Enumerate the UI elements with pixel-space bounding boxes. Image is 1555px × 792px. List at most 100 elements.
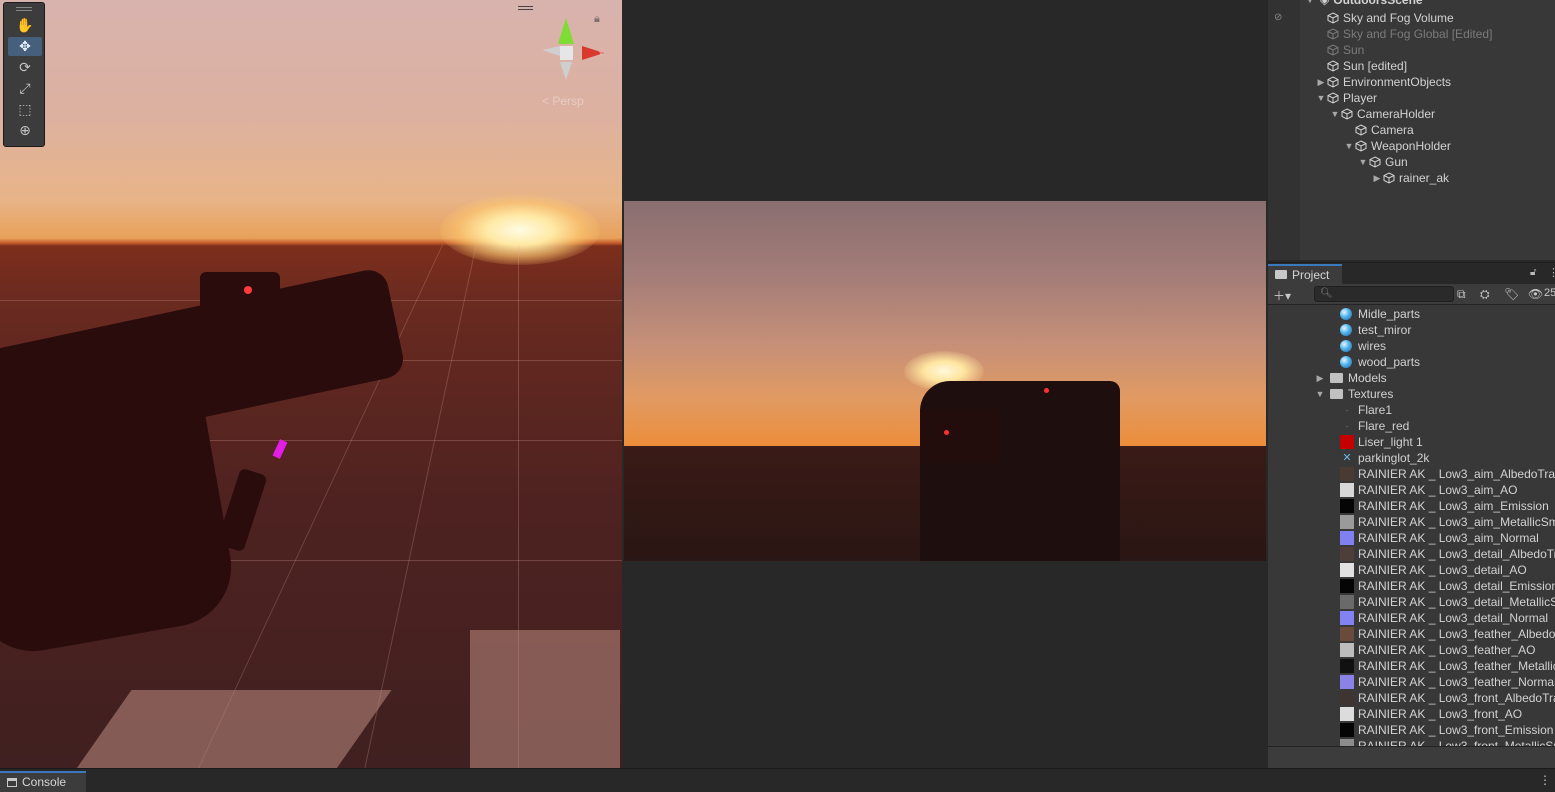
search-input[interactable]: 🔍︎ — [1314, 286, 1454, 302]
project-asset-item[interactable]: RAINIER AK _ Low3_front_AlbedoTransparen… — [1340, 690, 1555, 706]
project-item-label: RAINIER AK _ Low3_detail_Emission — [1358, 579, 1555, 593]
filter-by-label-icon[interactable]: 🏷︎ — [1504, 287, 1519, 301]
search-by-type-icon[interactable]: ⧉ — [1457, 287, 1466, 302]
project-asset-item[interactable]: RAINIER AK _ Low3_detail_AlbedoTranspare… — [1340, 546, 1555, 562]
fold-down-icon[interactable]: ▼ — [1315, 90, 1327, 106]
gameobject-cube-icon — [1355, 140, 1367, 152]
hierarchy-item[interactable]: Sky and Fog Global [Edited] — [1315, 26, 1492, 42]
project-item-label: RAINIER AK _ Low3_detail_MetallicSmoothn… — [1358, 595, 1555, 609]
project-asset-item[interactable]: RAINIER AK _ Low3_aim_Normal — [1340, 530, 1539, 546]
project-tabbar: Project 🔓︎ ⋮ — [1268, 263, 1555, 284]
tab-console[interactable]: Console — [0, 771, 86, 792]
project-asset-item[interactable]: RAINIER AK _ Low3_detail_Normal — [1340, 610, 1548, 626]
project-folder-item[interactable]: ▶ Models — [1314, 370, 1387, 386]
hierarchy-item[interactable]: ▼ Player — [1315, 90, 1377, 106]
texture-thumbnail-icon — [1340, 595, 1354, 609]
tab-project[interactable]: Project — [1268, 264, 1342, 284]
project-asset-item[interactable]: ✕ parkinglot_2k — [1340, 450, 1429, 466]
project-item-label: Textures — [1348, 387, 1394, 401]
fold-down-icon[interactable]: ▼ — [1314, 386, 1326, 402]
toolbar-grip[interactable] — [16, 7, 32, 11]
game-view[interactable] — [624, 0, 1266, 768]
project-asset-item[interactable]: RAINIER AK _ Low3_aim_AO — [1340, 482, 1517, 498]
hidden-count: 25 — [1544, 287, 1555, 299]
hand-tool[interactable]: ✋ — [8, 16, 42, 35]
project-asset-list[interactable]: Midle_parts test_miror wires wood_parts ▶ Mod… — [1268, 306, 1555, 746]
project-asset-item[interactable]: Liser_light 1 — [1340, 434, 1423, 450]
rotate-tool[interactable]: ⟳ — [8, 58, 42, 77]
scene-header[interactable]: ▼ ◈ OutdoorsScene* — [1304, 0, 1428, 8]
folder-icon — [1330, 373, 1343, 383]
fold-down-icon[interactable]: ▼ — [1304, 0, 1316, 8]
project-asset-item[interactable]: RAINIER AK _ Low3_feather_AlbedoTranspar… — [1340, 626, 1555, 642]
fold-right-icon[interactable]: ▶ — [1315, 74, 1327, 90]
gameobject-cube-icon — [1383, 172, 1395, 184]
project-asset-item[interactable]: RAINIER AK _ Low3_detail_MetallicSmoothn… — [1340, 594, 1555, 610]
fold-down-icon[interactable]: ▼ — [1357, 154, 1369, 170]
scene-menu-icon[interactable] — [518, 6, 533, 10]
hidden-packages-icon[interactable]: 👁︎ — [1528, 287, 1543, 301]
y-axis-cone[interactable] — [558, 18, 574, 44]
visibility-gutter[interactable]: ⊘ — [1268, 0, 1300, 260]
hierarchy-item[interactable]: Sun [edited] — [1315, 58, 1407, 74]
project-asset-item[interactable]: test_miror — [1340, 322, 1411, 338]
filter-by-type-icon[interactable]: ⛭ — [1480, 287, 1490, 302]
tab-console-label: Console — [22, 775, 67, 789]
hierarchy-item[interactable]: ▶ EnvironmentObjects — [1315, 74, 1452, 90]
orientation-gizmo[interactable]: x — [540, 14, 608, 84]
kebab-menu-icon[interactable]: ⋮ — [1539, 773, 1551, 787]
scene-view[interactable]: ✋ ✥ ⟳ ⤢ ⬚ ⊕ 🔒︎ x < Persp — [0, 0, 622, 768]
project-asset-item[interactable]: RAINIER AK _ Low3_feather_AO — [1340, 642, 1535, 658]
project-asset-item[interactable]: RAINIER AK _ Low3_detail_AO — [1340, 562, 1527, 578]
hidden-eye-icon[interactable]: ⊘ — [1274, 12, 1282, 23]
scene-tools-toolbar: ✋ ✥ ⟳ ⤢ ⬚ ⊕ — [3, 2, 45, 147]
rect-tool[interactable]: ⬚ — [8, 100, 42, 119]
material-sphere-icon — [1340, 340, 1352, 352]
hierarchy-item[interactable]: Sun — [1315, 42, 1364, 58]
add-asset-button[interactable]: ＋▾ — [1273, 287, 1291, 304]
transform-tool[interactable]: ⊕ — [8, 121, 42, 140]
project-item-label: RAINIER AK _ Low3_detail_Normal — [1358, 611, 1549, 625]
project-asset-item[interactable]: RAINIER AK _ Low3_aim_AlbedoTransparency — [1340, 466, 1555, 482]
texture-thumbnail-icon — [1340, 435, 1354, 449]
project-asset-item[interactable]: RAINIER AK _ Low3_detail_Emission — [1340, 578, 1555, 594]
hierarchy-item[interactable]: ▼ Gun — [1357, 154, 1408, 170]
project-asset-item[interactable]: · Flare1 — [1340, 402, 1393, 418]
hierarchy-item-label: CameraHolder — [1357, 107, 1436, 121]
center-cube[interactable] — [560, 46, 573, 60]
hierarchy-item[interactable]: ▶ rainer_ak — [1371, 170, 1450, 186]
fold-down-icon[interactable]: ▼ — [1329, 106, 1341, 122]
project-asset-item[interactable]: RAINIER AK _ Low3_front_AO — [1340, 706, 1522, 722]
hierarchy-item[interactable]: Sky and Fog Volume — [1315, 10, 1454, 26]
fold-right-icon[interactable]: ▶ — [1371, 170, 1383, 186]
project-item-label: RAINIER AK _ Low3_front_AO — [1358, 707, 1523, 721]
gameobject-cube-icon — [1355, 124, 1367, 136]
fold-right-icon[interactable]: ▶ — [1314, 370, 1326, 386]
project-asset-item[interactable]: wood_parts — [1340, 354, 1420, 370]
fold-down-icon[interactable]: ▼ — [1343, 138, 1355, 154]
project-asset-item[interactable]: RAINIER AK _ Low3_feather_Normal — [1340, 674, 1555, 690]
hierarchy-item[interactable]: Camera — [1343, 122, 1414, 138]
project-asset-item[interactable]: RAINIER AK _ Low3_front_MetallicSmoothne… — [1340, 738, 1555, 746]
texture-thumbnail-icon — [1340, 547, 1354, 561]
project-folder-item[interactable]: ▼ Textures — [1314, 386, 1394, 402]
texture-thumbnail-icon — [1340, 499, 1354, 513]
scale-tool[interactable]: ⤢ — [8, 79, 42, 98]
kebab-menu-icon[interactable]: ⋮ — [1548, 266, 1555, 279]
lock-icon[interactable]: 🔓︎ — [1530, 267, 1536, 278]
neg-x-axis-cone[interactable] — [542, 46, 560, 56]
sight-dot — [1044, 388, 1049, 393]
hierarchy-item[interactable]: ▼ WeaponHolder — [1343, 138, 1451, 154]
project-asset-item[interactable]: RAINIER AK _ Low3_feather_MetallicSmooth… — [1340, 658, 1555, 674]
neg-y-axis-cone[interactable] — [560, 62, 572, 80]
project-asset-item[interactable]: RAINIER AK _ Low3_aim_Emission — [1340, 498, 1549, 514]
hierarchy-item[interactable]: ▼ CameraHolder — [1329, 106, 1436, 122]
project-asset-item[interactable]: · Flare_red — [1340, 418, 1410, 434]
project-asset-item[interactable]: Midle_parts — [1340, 306, 1420, 322]
project-asset-item[interactable]: RAINIER AK _ Low3_aim_MetallicSmoothness — [1340, 514, 1555, 530]
project-asset-item[interactable]: wires — [1340, 338, 1386, 354]
projection-label[interactable]: < Persp — [542, 94, 584, 108]
move-tool[interactable]: ✥ — [8, 37, 42, 56]
project-item-label: RAINIER AK _ Low3_front_Emission — [1358, 723, 1554, 737]
project-asset-item[interactable]: RAINIER AK _ Low3_front_Emission — [1340, 722, 1553, 738]
